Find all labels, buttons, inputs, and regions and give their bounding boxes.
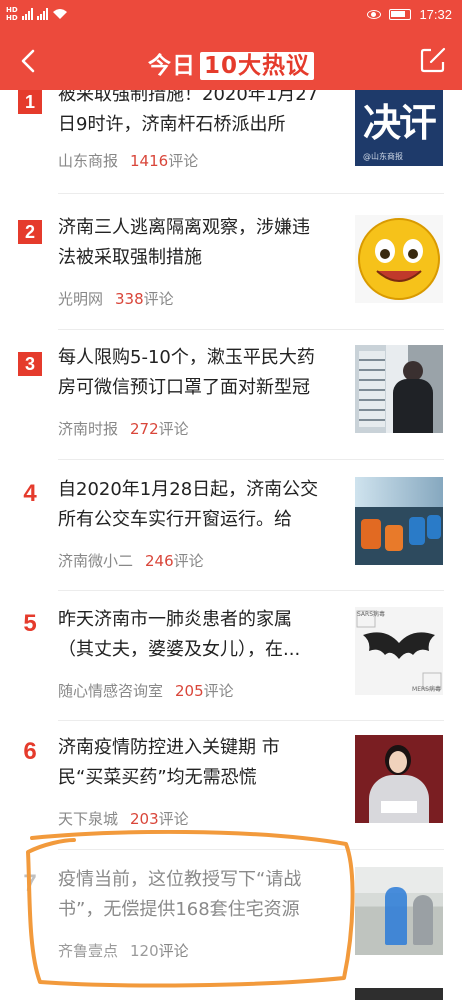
source: 山东商报 [58,152,119,170]
divider [58,459,444,460]
divider [58,849,444,850]
divider [58,329,444,330]
list-item[interactable]: 3 每人限购5-10个，漱玉平民大药 房可微信预订口罩了面对新型冠 济南时报 27… [0,340,462,470]
hot-topics-list: 1 被采取强制措施！2020年1月27 日9时许，济南杆石桥派出所 山东商报 14… [0,90,462,1000]
source: 光明网 [58,290,104,308]
status-bar: HD HD 17:32 [0,0,462,32]
thumbnail [355,215,443,303]
signal-icon [21,8,33,20]
source: 随心情感咨询室 [58,682,164,700]
battery-icon [389,9,412,20]
divider [58,193,444,194]
headline: 济南疫情防控进入关键期 市 民“买菜买药”均无需恐慌 [58,737,280,788]
thumbnail [355,345,443,433]
rank-number: 6 [23,738,37,765]
clock: 17:32 [419,7,452,22]
rank-number: 5 [23,610,37,637]
rank-badge: 2 [18,220,42,244]
headline: 自2020年1月28日起，济南公交 所有公交车实行开窗运行。给 [58,479,319,530]
item-meta: 光明网 338评论 [58,288,174,309]
source: 济南微小二 [58,552,134,570]
item-meta: 齐鲁壹点 120评论 [58,940,189,961]
item-meta: 天下泉城 203评论 [58,808,189,829]
comment-count: 203评论 [130,810,189,828]
list-item[interactable]: 7 疫情当前，这位教授写下“请战 书”，无偿提供168套住宅资源 齐鲁壹点 120… [0,862,462,992]
list-item[interactable]: 1 被采取强制措施！2020年1月27 日9时许，济南杆石桥派出所 山东商报 14… [0,90,462,210]
rank-number: 4 [23,480,37,507]
thumbnail: 决讦 @山东商报 [355,90,443,166]
title-boxed: 10大热议 [199,52,314,80]
hd-icon: HD HD [6,6,18,22]
comment-count: 1416评论 [130,152,199,170]
comment-count: 205评论 [175,682,234,700]
headline: 被采取强制措施！2020年1月27 日9时许，济南杆石桥派出所 [58,90,319,135]
comment-count: 338评论 [115,290,174,308]
headline: 昨天济南市一肺炎患者的家属 （其丈夫，婆婆及女儿），在... [58,609,301,660]
rank-number: 7 [23,870,37,897]
wifi-icon [52,9,67,19]
app-header: 今日 10大热议 [0,32,462,90]
signal-icon [36,8,48,20]
headline: 每人限购5-10个，漱玉平民大药 房可微信预订口罩了面对新型冠 [58,347,315,398]
item-meta: 济南时报 272评论 [58,418,189,439]
headline: 疫情当前，这位教授写下“请战 书”，无偿提供168套住宅资源 [58,869,302,920]
thumbnail [355,735,443,823]
bat-illustration-icon [356,610,442,690]
item-meta: 济南微小二 246评论 [58,550,204,571]
eye-comfort-icon [367,10,382,19]
source: 济南时报 [58,420,119,438]
list-item[interactable]: 6 济南疫情防控进入关键期 市 民“买菜买药”均无需恐慌 天下泉城 203评论 [0,730,462,860]
source: 天下泉城 [58,810,119,828]
rank-badge: 3 [18,352,42,376]
next-thumbnail-peek [355,988,443,1000]
comment-count: 272评论 [130,420,189,438]
item-meta: 随心情感咨询室 205评论 [58,680,234,701]
network-indicators: HD HD [6,6,68,22]
headline: 济南三人逃离隔离观察，涉嫌违 法被采取强制措施 [58,217,310,268]
thumbnail: SARS病毒 MERS病毒 [355,607,443,695]
list-item[interactable]: 4 自2020年1月28日起，济南公交 所有公交车实行开窗运行。给 济南微小二 2… [0,472,462,602]
thumbnail [355,867,443,955]
divider [58,590,444,591]
source: 齐鲁壹点 [58,942,119,960]
item-meta: 山东商报 1416评论 [58,150,198,171]
thumbnail [355,477,443,565]
rank-badge: 1 [18,90,42,114]
list-item[interactable]: 5 昨天济南市一肺炎患者的家属 （其丈夫，婆婆及女儿），在... 随心情感咨询室… [0,602,462,732]
smiley-icon [358,218,440,300]
comment-count: 120评论 [130,942,189,960]
share-icon[interactable] [418,45,448,75]
comment-count: 246评论 [145,552,204,570]
title-prefix: 今日 [147,53,196,79]
page-title: 今日 10大热议 [0,46,462,80]
list-item[interactable]: 2 济南三人逃离隔离观察，涉嫌违 法被采取强制措施 光明网 338评论 [0,210,462,340]
divider [58,720,444,721]
